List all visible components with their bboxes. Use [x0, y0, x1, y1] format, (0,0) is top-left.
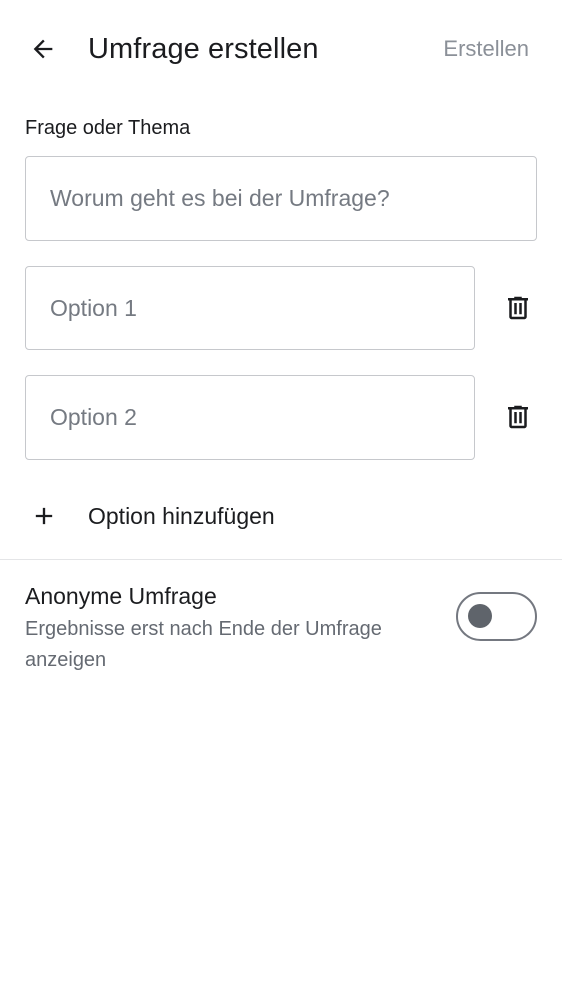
question-input[interactable] [26, 157, 536, 240]
anonymous-poll-toggle[interactable] [456, 592, 537, 641]
anonymous-poll-title: Anonyme Umfrage [25, 583, 217, 609]
trash-icon [508, 296, 528, 320]
app-bar: Umfrage erstellen Erstellen [0, 0, 562, 100]
option-field-2[interactable] [25, 375, 475, 460]
delete-option-1-button[interactable] [493, 283, 543, 333]
option-field-1[interactable] [25, 266, 475, 350]
add-option-button[interactable]: Option hinzufügen [0, 488, 562, 544]
question-field[interactable] [25, 156, 537, 241]
back-button[interactable] [18, 24, 68, 74]
question-label: Frage oder Thema [25, 117, 191, 139]
delete-option-2-button[interactable] [493, 392, 543, 442]
trash-icon [508, 405, 528, 429]
arrow-back-icon [33, 39, 53, 59]
add-option-label: Option hinzufügen [88, 503, 275, 529]
option-input-2[interactable] [26, 376, 474, 459]
toggle-thumb [468, 604, 492, 628]
page-title: Umfrage erstellen [88, 33, 319, 65]
option-input-1[interactable] [26, 267, 474, 349]
plus-icon [19, 491, 69, 541]
divider [0, 559, 562, 560]
create-button[interactable]: Erstellen [443, 32, 529, 66]
anonymous-poll-subtitle: Ergebnisse erst nach Ende der Umfrage an… [25, 618, 382, 671]
